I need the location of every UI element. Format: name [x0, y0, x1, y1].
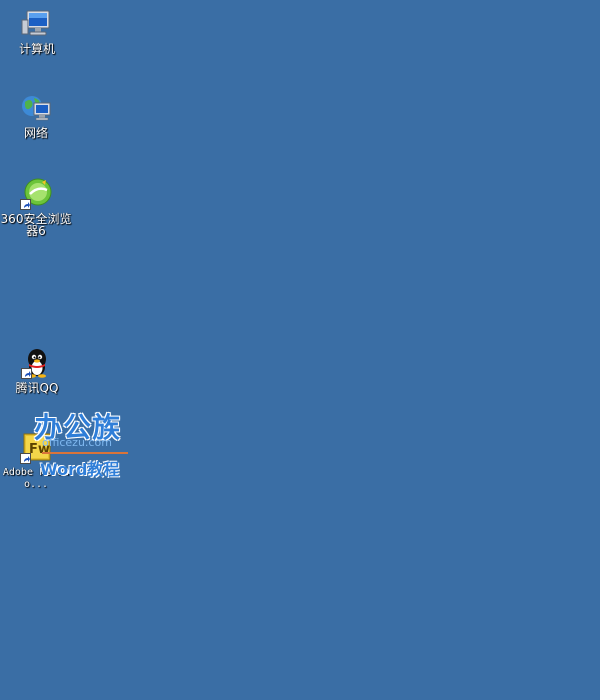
shortcut-arrow-icon	[21, 368, 32, 379]
adobe-fireworks-icon: Fw	[20, 432, 52, 464]
desktop-icon-label: 网络	[23, 126, 48, 140]
desktop-icon-qq[interactable]: 腾讯QQ	[1, 347, 73, 394]
desktop-icon-360-browser[interactable]: 360安全浏览器6	[0, 178, 72, 237]
desktop-icon-label: 360安全浏览器6	[0, 212, 72, 238]
desktop-icon-label: 腾讯QQ	[15, 381, 59, 395]
network-icon	[20, 92, 52, 124]
shortcut-arrow-icon	[20, 453, 31, 464]
desktop-icon-network[interactable]: 网络	[0, 92, 72, 139]
desktop[interactable]: 计算机 网络 360安全浏览器6 腾讯QQ Fw Adobe Firewo...…	[0, 0, 600, 700]
desktop-icon-label: 计算机	[18, 42, 55, 56]
desktop-icon-label: Adobe Firewo...	[2, 467, 70, 490]
desktop-icon-adobe-fireworks[interactable]: Fw Adobe Firewo...	[0, 432, 72, 491]
computer-icon	[21, 8, 53, 40]
shortcut-arrow-icon	[20, 199, 31, 210]
360-browser-icon	[20, 178, 52, 210]
qq-penguin-icon	[21, 347, 53, 379]
svg-text:Fw: Fw	[29, 442, 50, 457]
desktop-icon-computer[interactable]: 计算机	[1, 8, 73, 55]
